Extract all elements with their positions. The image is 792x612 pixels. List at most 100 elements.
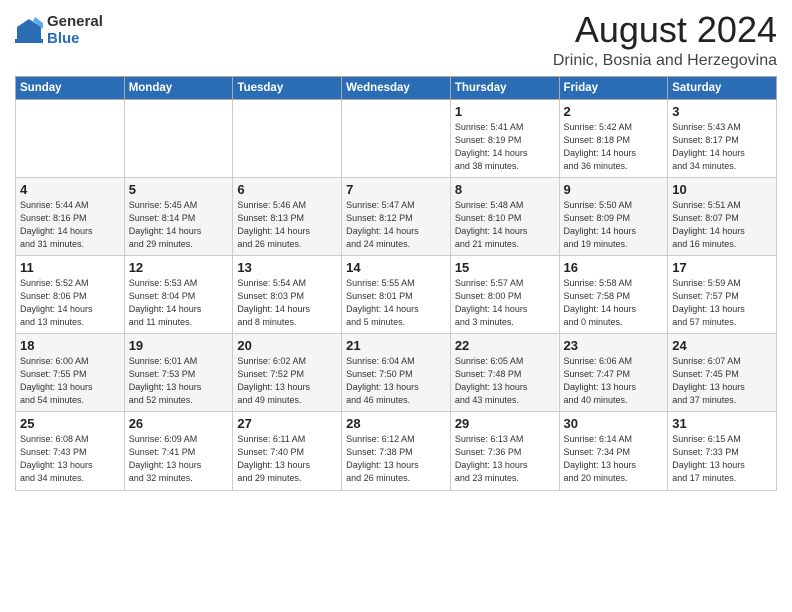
header-monday: Monday: [124, 76, 233, 99]
day-number: 31: [672, 416, 772, 431]
day-cell: 15Sunrise: 5:57 AMSunset: 8:00 PMDayligh…: [450, 255, 559, 333]
day-number: 12: [129, 260, 229, 275]
day-cell: 22Sunrise: 6:05 AMSunset: 7:48 PMDayligh…: [450, 334, 559, 412]
day-info: Sunrise: 5:46 AMSunset: 8:13 PMDaylight:…: [237, 199, 337, 251]
location-title: Drinic, Bosnia and Herzegovina: [553, 52, 777, 70]
day-cell: 31Sunrise: 6:15 AMSunset: 7:33 PMDayligh…: [668, 412, 777, 490]
day-cell: [124, 99, 233, 177]
day-cell: 25 Sunrise: 6:08 AMSunset: 7:43 PMDayligh…: [16, 412, 125, 490]
day-info: Sunrise: 6:07 AMSunset: 7:45 PMDaylight:…: [672, 355, 772, 407]
day-cell: 7 Sunrise: 5:47 AMSunset: 8:12 PMDaylight…: [342, 177, 451, 255]
day-cell: 23 Sunrise: 6:06 AMSunset: 7:47 PMDayligh…: [559, 334, 668, 412]
day-number: 19: [129, 338, 229, 353]
day-cell: 1 Sunrise: 5:41 AMSunset: 8:19 PMDaylight…: [450, 99, 559, 177]
day-info: Sunrise: 6:11 AMSunset: 7:40 PMDaylight:…: [237, 433, 337, 485]
day-number: 7: [346, 182, 446, 197]
day-number: 21: [346, 338, 446, 353]
day-number: 17: [672, 260, 772, 275]
day-info: Sunrise: 5:44 AMSunset: 8:16 PMDaylight:…: [20, 199, 120, 251]
day-cell: [16, 99, 125, 177]
day-info: Sunrise: 5:43 AMSunset: 8:17 PMDaylight:…: [672, 121, 772, 173]
header-sunday: Sunday: [16, 76, 125, 99]
day-info: Sunrise: 5:47 AMSunset: 8:12 PMDaylight:…: [346, 199, 446, 251]
header-friday: Friday: [559, 76, 668, 99]
day-number: 27: [237, 416, 337, 431]
header-thursday: Thursday: [450, 76, 559, 99]
day-number: 1: [455, 104, 555, 119]
day-number: 25: [20, 416, 120, 431]
day-number: 9: [564, 182, 664, 197]
day-info: Sunrise: 6:05 AMSunset: 7:48 PMDaylight:…: [455, 355, 555, 407]
day-cell: 20 Sunrise: 6:02 AMSunset: 7:52 PMDayligh…: [233, 334, 342, 412]
day-info: Sunrise: 5:59 AMSunset: 7:57 PMDaylight:…: [672, 277, 772, 329]
week-row-2: 11 Sunrise: 5:52 AMSunset: 8:06 PMDayligh…: [16, 255, 777, 333]
week-row-3: 18Sunrise: 6:00 AMSunset: 7:55 PMDayligh…: [16, 334, 777, 412]
day-cell: 30 Sunrise: 6:14 AMSunset: 7:34 PMDayligh…: [559, 412, 668, 490]
logo: General Blue: [15, 14, 103, 47]
day-number: 23: [564, 338, 664, 353]
day-info: Sunrise: 5:57 AMSunset: 8:00 PMDaylight:…: [455, 277, 555, 329]
day-cell: 18Sunrise: 6:00 AMSunset: 7:55 PMDayligh…: [16, 334, 125, 412]
day-number: 10: [672, 182, 772, 197]
logo-blue: Blue: [47, 31, 103, 48]
day-number: 3: [672, 104, 772, 119]
day-info: Sunrise: 6:14 AMSunset: 7:34 PMDaylight:…: [564, 433, 664, 485]
day-info: Sunrise: 6:13 AMSunset: 7:36 PMDaylight:…: [455, 433, 555, 485]
day-cell: 9 Sunrise: 5:50 AMSunset: 8:09 PMDaylight…: [559, 177, 668, 255]
logo-general: General: [47, 14, 103, 31]
day-info: Sunrise: 5:53 AMSunset: 8:04 PMDaylight:…: [129, 277, 229, 329]
calendar-page: General Blue August 2024 Drinic, Bosnia …: [0, 0, 792, 612]
day-info: Sunrise: 5:50 AMSunset: 8:09 PMDaylight:…: [564, 199, 664, 251]
day-number: 13: [237, 260, 337, 275]
day-cell: 26 Sunrise: 6:09 AMSunset: 7:41 PMDayligh…: [124, 412, 233, 490]
day-number: 6: [237, 182, 337, 197]
day-info: Sunrise: 5:41 AMSunset: 8:19 PMDaylight:…: [455, 121, 555, 173]
header: General Blue August 2024 Drinic, Bosnia …: [15, 10, 777, 70]
day-cell: 5Sunrise: 5:45 AMSunset: 8:14 PMDaylight…: [124, 177, 233, 255]
day-info: Sunrise: 6:09 AMSunset: 7:41 PMDaylight:…: [129, 433, 229, 485]
day-cell: 11 Sunrise: 5:52 AMSunset: 8:06 PMDayligh…: [16, 255, 125, 333]
day-info: Sunrise: 6:02 AMSunset: 7:52 PMDaylight:…: [237, 355, 337, 407]
day-cell: [233, 99, 342, 177]
day-cell: 8 Sunrise: 5:48 AMSunset: 8:10 PMDaylight…: [450, 177, 559, 255]
day-cell: 10Sunrise: 5:51 AMSunset: 8:07 PMDayligh…: [668, 177, 777, 255]
day-number: 20: [237, 338, 337, 353]
day-cell: 6 Sunrise: 5:46 AMSunset: 8:13 PMDaylight…: [233, 177, 342, 255]
day-cell: 17 Sunrise: 5:59 AMSunset: 7:57 PMDayligh…: [668, 255, 777, 333]
day-cell: [342, 99, 451, 177]
week-row-0: 1 Sunrise: 5:41 AMSunset: 8:19 PMDaylight…: [16, 99, 777, 177]
header-saturday: Saturday: [668, 76, 777, 99]
day-number: 14: [346, 260, 446, 275]
day-number: 11: [20, 260, 120, 275]
header-wednesday: Wednesday: [342, 76, 451, 99]
day-number: 8: [455, 182, 555, 197]
calendar-header-row: SundayMondayTuesdayWednesdayThursdayFrid…: [16, 76, 777, 99]
day-cell: 24 Sunrise: 6:07 AMSunset: 7:45 PMDayligh…: [668, 334, 777, 412]
day-cell: 27 Sunrise: 6:11 AMSunset: 7:40 PMDayligh…: [233, 412, 342, 490]
day-cell: 4Sunrise: 5:44 AMSunset: 8:16 PMDaylight…: [16, 177, 125, 255]
day-number: 26: [129, 416, 229, 431]
day-cell: 29 Sunrise: 6:13 AMSunset: 7:36 PMDayligh…: [450, 412, 559, 490]
month-title: August 2024: [553, 10, 777, 50]
title-block: August 2024 Drinic, Bosnia and Herzegovi…: [553, 10, 777, 70]
day-cell: 14 Sunrise: 5:55 AMSunset: 8:01 PMDayligh…: [342, 255, 451, 333]
day-info: Sunrise: 6:12 AMSunset: 7:38 PMDaylight:…: [346, 433, 446, 485]
day-info: Sunrise: 5:48 AMSunset: 8:10 PMDaylight:…: [455, 199, 555, 251]
day-number: 16: [564, 260, 664, 275]
day-cell: 3 Sunrise: 5:43 AMSunset: 8:17 PMDaylight…: [668, 99, 777, 177]
calendar-table: SundayMondayTuesdayWednesdayThursdayFrid…: [15, 76, 777, 491]
day-cell: 2Sunrise: 5:42 AMSunset: 8:18 PMDaylight…: [559, 99, 668, 177]
day-number: 5: [129, 182, 229, 197]
day-number: 24: [672, 338, 772, 353]
day-info: Sunrise: 6:06 AMSunset: 7:47 PMDaylight:…: [564, 355, 664, 407]
day-cell: 21Sunrise: 6:04 AMSunset: 7:50 PMDayligh…: [342, 334, 451, 412]
day-cell: 16Sunrise: 5:58 AMSunset: 7:58 PMDayligh…: [559, 255, 668, 333]
day-cell: 19Sunrise: 6:01 AMSunset: 7:53 PMDayligh…: [124, 334, 233, 412]
header-tuesday: Tuesday: [233, 76, 342, 99]
day-info: Sunrise: 5:55 AMSunset: 8:01 PMDaylight:…: [346, 277, 446, 329]
day-number: 30: [564, 416, 664, 431]
day-number: 29: [455, 416, 555, 431]
day-info: Sunrise: 6:08 AMSunset: 7:43 PMDaylight:…: [20, 433, 120, 485]
week-row-4: 25 Sunrise: 6:08 AMSunset: 7:43 PMDayligh…: [16, 412, 777, 490]
day-info: Sunrise: 5:52 AMSunset: 8:06 PMDaylight:…: [20, 277, 120, 329]
